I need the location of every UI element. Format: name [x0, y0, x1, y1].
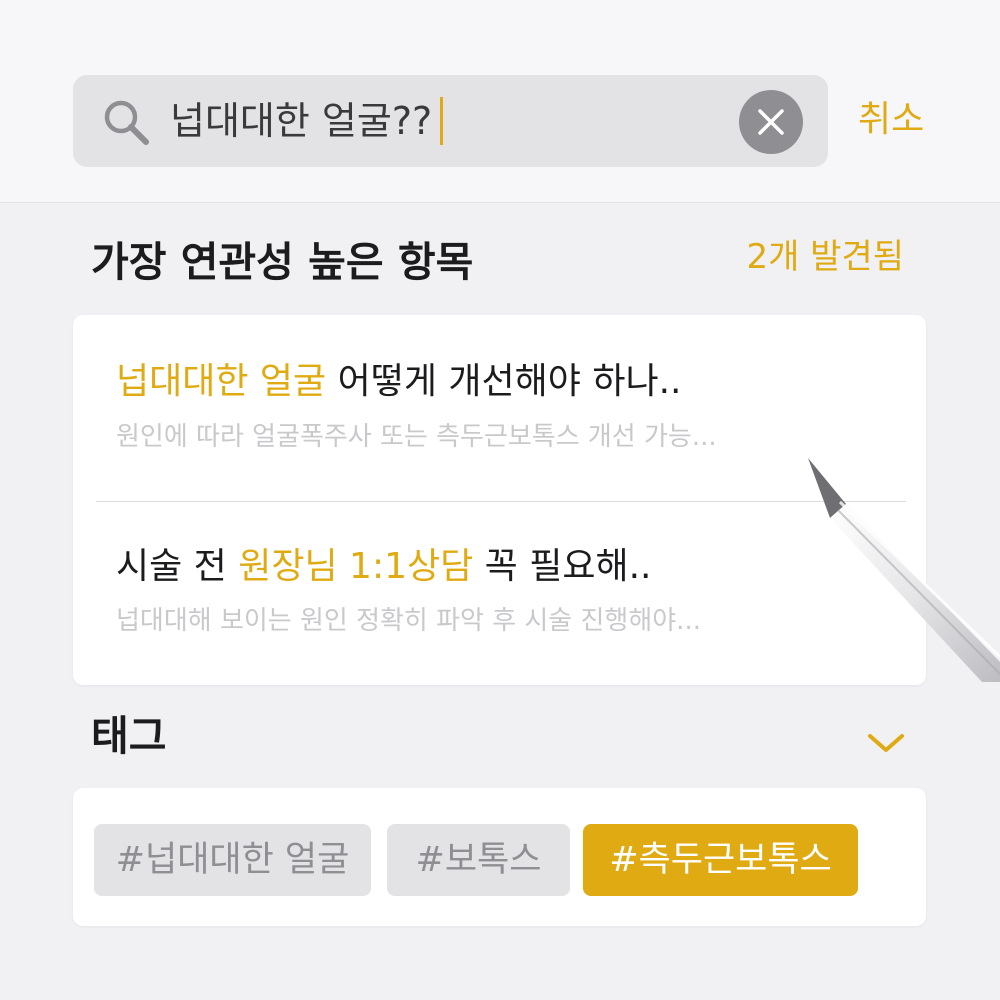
results-count: 2개 발견됨	[746, 237, 904, 277]
result-title-highlight: 원장님 1:1상담	[238, 546, 474, 587]
results-card: 넙대대한 얼굴 어떻게 개선해야 하나.. 원인에 따라 얼굴폭주사 또는 측두…	[73, 315, 926, 685]
search-input[interactable]: 넙대대한 얼굴??	[73, 75, 828, 167]
stylus-pencil-icon	[808, 458, 1000, 682]
result-title: 넙대대한 얼굴 어떻게 개선해야 하나..	[116, 357, 681, 407]
search-query-text: 넙대대한 얼굴??	[170, 99, 433, 143]
result-snippet: 원인에 따라 얼굴폭주사 또는 측두근보톡스 개선 가능...	[116, 422, 717, 452]
result-snippet: 넙대대해 보이는 원인 정확히 파악 후 시술 진행해야...	[116, 606, 701, 636]
tag-chip[interactable]: #보톡스	[387, 824, 570, 896]
result-title-highlight: 넙대대한 얼굴	[116, 361, 327, 402]
cancel-button[interactable]: 취소	[858, 92, 924, 148]
list-item[interactable]: 시술 전 원장님 1:1상담 꼭 필요해.. 넙대대해 보이는 원인 정확히 파…	[73, 502, 926, 685]
tags-card: #넙대대한 얼굴 #보톡스 #측두근보톡스	[73, 788, 926, 926]
results-section-title: 가장 연관성 높은 항목	[91, 238, 474, 286]
result-title-prefix: 시술 전	[116, 546, 239, 587]
search-icon	[104, 100, 149, 145]
chevron-down-icon[interactable]	[866, 730, 906, 756]
result-title: 시술 전 원장님 1:1상담 꼭 필요해..	[116, 542, 652, 592]
tag-chip-selected[interactable]: #측두근보톡스	[583, 824, 858, 896]
text-cursor	[440, 96, 444, 145]
close-icon	[758, 109, 784, 135]
list-item[interactable]: 넙대대한 얼굴 어떻게 개선해야 하나.. 원인에 따라 얼굴폭주사 또는 측두…	[73, 315, 926, 501]
search-query: 넙대대한 얼굴??	[170, 89, 444, 153]
result-title-rest: 꼭 필요해..	[473, 546, 652, 587]
search-header: 넙대대한 얼굴?? 취소	[0, 0, 1000, 203]
tags-section-title: 태그	[91, 712, 167, 760]
result-title-rest: 어떻게 개선해야 하나..	[326, 361, 682, 402]
clear-search-button[interactable]	[739, 90, 803, 154]
tag-chip[interactable]: #넙대대한 얼굴	[94, 824, 371, 896]
